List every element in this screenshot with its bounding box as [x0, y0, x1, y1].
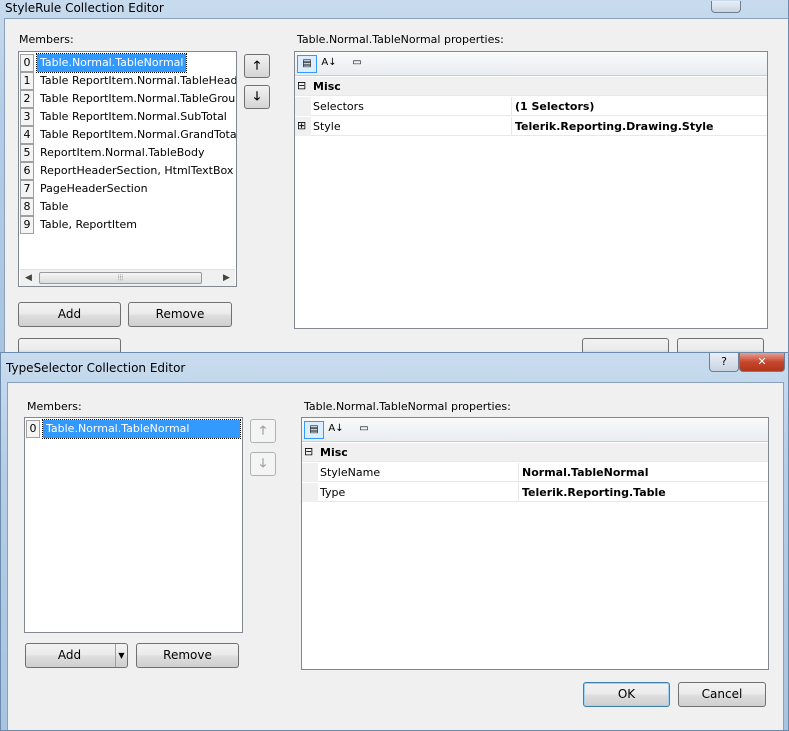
- dropdown-arrow-icon[interactable]: ▼: [115, 644, 127, 667]
- list-item[interactable]: 5 ReportItem.Normal.TableBody: [20, 144, 235, 162]
- list-item[interactable]: 1 Table ReportItem.Normal.TableHeade: [20, 72, 236, 90]
- scroll-thumb[interactable]: ⦙⦙⦙: [39, 272, 202, 284]
- properties-label: Table.Normal.TableNormal properties:: [297, 33, 504, 46]
- list-item[interactable]: 7 PageHeaderSection: [20, 180, 235, 198]
- property-grid-toolbar: ▤ A↓ ▭: [302, 418, 768, 442]
- arrow-down-icon: 🡓: [253, 89, 261, 103]
- categorized-icon[interactable]: ▤: [304, 421, 324, 439]
- scroll-right-icon[interactable]: ▶: [218, 270, 235, 286]
- property-row-selectors[interactable]: Selectors (1 Selectors): [295, 97, 767, 116]
- horizontal-scrollbar[interactable]: ◀ ⦙⦙⦙ ▶: [20, 269, 235, 286]
- alphabetical-icon[interactable]: A↓: [319, 55, 339, 73]
- typeselector-client-area: Members: 0 Table.Normal.TableNormal 🡑 🡓 …: [7, 382, 784, 730]
- help-button[interactable]: ?: [709, 353, 739, 372]
- expand-icon[interactable]: ⊞: [297, 119, 306, 132]
- remove-button[interactable]: Remove: [128, 302, 232, 327]
- move-down-button[interactable]: 🡓: [244, 85, 270, 109]
- move-up-button[interactable]: 🡑: [250, 419, 276, 443]
- stylerule-client-area: Members: 0 Table.Normal.TableNormal 1 Ta…: [4, 18, 788, 363]
- close-button[interactable]: ✕: [739, 353, 785, 372]
- list-item[interactable]: 3 Table ReportItem.Normal.SubTotal: [20, 108, 235, 126]
- properties-label: Table.Normal.TableNormal properties:: [304, 400, 511, 413]
- move-down-button[interactable]: 🡓: [250, 452, 276, 476]
- property-row-type[interactable]: Type Telerik.Reporting.Table: [302, 483, 768, 502]
- add-button-label: Add: [57, 648, 82, 662]
- add-button[interactable]: Add: [18, 302, 121, 327]
- property-grid-toolbar: ▤ A↓ ▭: [295, 52, 767, 76]
- members-label: Members:: [27, 400, 82, 413]
- property-row-stylename[interactable]: StyleName Normal.TableNormal: [302, 463, 768, 482]
- window-title: TypeSelector Collection Editor: [6, 361, 186, 375]
- help-button[interactable]: [711, 1, 741, 13]
- stylerule-editor-window: StyleRule Collection Editor Members: 0 T…: [0, 0, 789, 364]
- collapse-icon[interactable]: ⊟: [297, 79, 306, 92]
- property-pages-icon[interactable]: ▭: [354, 421, 374, 439]
- property-row-style[interactable]: ⊞ Style Telerik.Reporting.Drawing.Style: [295, 117, 767, 136]
- members-listbox[interactable]: 0 Table.Normal.TableNormal: [24, 417, 243, 633]
- scroll-left-icon[interactable]: ◀: [20, 270, 37, 286]
- category-row[interactable]: ⊟ Misc: [302, 443, 768, 462]
- list-item[interactable]: 8 Table: [20, 198, 235, 216]
- arrow-up-icon: 🡑: [259, 423, 267, 437]
- cancel-button[interactable]: Cancel: [678, 682, 766, 707]
- category-label: Misc: [313, 80, 341, 93]
- property-grid[interactable]: ▤ A↓ ▭ Misc ⊟ Selectors (1 Selectors) ⊞ …: [294, 51, 768, 329]
- list-item[interactable]: 0 Table.Normal.TableNormal: [20, 53, 235, 73]
- remove-button[interactable]: Remove: [136, 643, 239, 668]
- list-item[interactable]: 2 Table ReportItem.Normal.TableGroup: [20, 90, 236, 108]
- ok-button[interactable]: OK: [583, 682, 670, 707]
- typeselector-titlebar[interactable]: TypeSelector Collection Editor ? ✕: [1, 353, 788, 383]
- list-item[interactable]: 9 Table, ReportItem: [20, 216, 235, 234]
- categorized-icon[interactable]: ▤: [297, 55, 317, 73]
- typeselector-editor-window: TypeSelector Collection Editor ? ✕ Membe…: [0, 352, 789, 731]
- arrow-down-icon: 🡓: [259, 456, 267, 470]
- add-button[interactable]: Add ▼: [25, 643, 128, 668]
- move-up-button[interactable]: 🡑: [244, 54, 270, 78]
- members-label: Members:: [19, 33, 74, 46]
- list-item[interactable]: 6 ReportHeaderSection, HtmlTextBox: [20, 162, 235, 180]
- list-item[interactable]: 4 Table ReportItem.Normal.GrandTotal: [20, 126, 236, 144]
- category-label: Misc: [320, 446, 348, 459]
- alphabetical-icon[interactable]: A↓: [326, 421, 346, 439]
- category-row[interactable]: Misc ⊟: [295, 77, 767, 96]
- property-grid[interactable]: ▤ A↓ ▭ ⊟ Misc StyleName Normal.TableNorm…: [301, 417, 769, 670]
- window-title: StyleRule Collection Editor: [5, 1, 164, 15]
- list-item[interactable]: 0 Table.Normal.TableNormal: [26, 419, 241, 439]
- members-listbox[interactable]: 0 Table.Normal.TableNormal 1 Table Repor…: [18, 51, 237, 287]
- property-pages-icon[interactable]: ▭: [347, 55, 367, 73]
- arrow-up-icon: 🡑: [253, 58, 261, 72]
- collapse-icon[interactable]: ⊟: [304, 445, 313, 458]
